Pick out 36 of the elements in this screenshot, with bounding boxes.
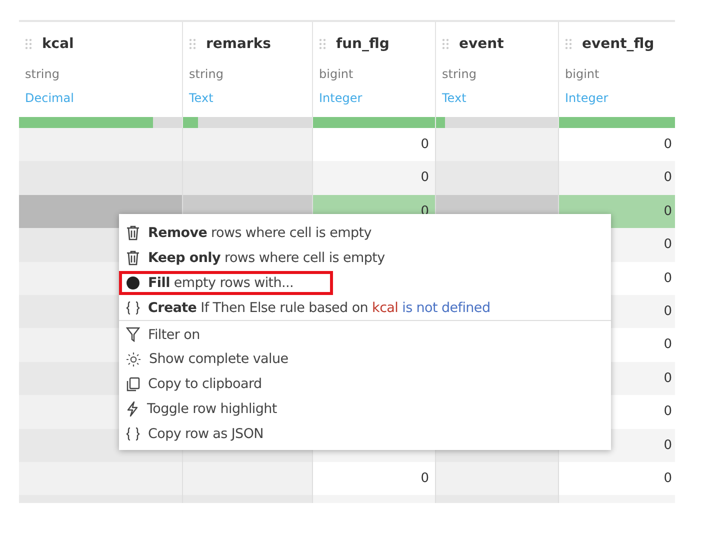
column-name: fun_flg — [336, 36, 390, 52]
table-cell: 0 — [559, 161, 675, 195]
trash-icon — [126, 225, 140, 242]
storage-type: string — [442, 67, 478, 81]
lightning-icon — [126, 400, 139, 417]
menu-item[interactable]: Fill empty rows with... — [119, 270, 333, 296]
table-cell: 0 — [313, 462, 436, 496]
copy-icon — [126, 376, 140, 392]
storage-type: string — [189, 67, 224, 81]
dot-icon — [126, 276, 140, 290]
menu-item[interactable]: Show complete value — [119, 346, 288, 372]
drag-handle-icon[interactable] — [442, 38, 449, 50]
storage-type: bigint — [565, 67, 600, 81]
trash-icon — [126, 250, 140, 266]
drag-handle-icon[interactable] — [319, 38, 326, 50]
menu-item[interactable]: Copy row as JSON — [119, 421, 264, 446]
table-cell: 0 — [313, 128, 436, 162]
column-name: remarks — [206, 36, 271, 52]
braces-icon — [126, 426, 140, 441]
storage-type: bigint — [319, 67, 354, 81]
menu-item[interactable]: Filter on — [119, 322, 200, 347]
sun-icon — [126, 352, 141, 367]
drag-handle-icon[interactable] — [25, 38, 32, 50]
menu-item[interactable]: Create If Then Else rule based on kcal is not defined — [119, 295, 490, 320]
column-name: kcal — [42, 36, 74, 52]
menu-item[interactable]: Copy to clipboard — [119, 372, 262, 397]
table-cell: 0 — [313, 161, 436, 195]
drag-handle-icon[interactable] — [189, 38, 196, 50]
menu-item[interactable]: Toggle row highlight — [119, 396, 277, 422]
column-name: event — [459, 36, 504, 52]
menu-item[interactable]: Keep only rows where cell is empty — [119, 246, 385, 271]
column-name: event_flg — [582, 36, 654, 52]
filter-icon — [126, 327, 140, 342]
braces-icon — [126, 300, 140, 315]
storage-type: string — [25, 67, 60, 81]
drag-handle-icon[interactable] — [565, 38, 572, 50]
